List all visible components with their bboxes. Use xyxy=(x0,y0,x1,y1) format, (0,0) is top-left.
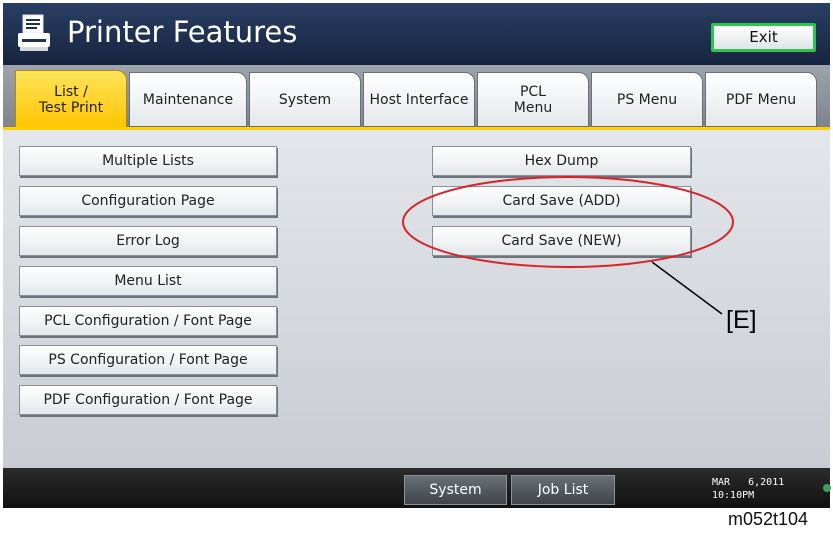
content-panel xyxy=(3,130,830,468)
tab-strip: List / Test Print Maintenance System Hos… xyxy=(3,65,830,130)
tab-label: List / Test Print xyxy=(38,84,104,116)
tab-label: PS Menu xyxy=(616,91,678,108)
tab-ps-menu[interactable]: PS Menu xyxy=(591,72,703,127)
tab-label: PDF Menu xyxy=(725,91,797,108)
tab-label: Host Interface xyxy=(369,91,469,108)
page-title: Printer Features xyxy=(67,15,298,49)
error-log-button[interactable]: Error Log xyxy=(19,226,277,256)
date-time-display: MAR 6,2011 10:10PM xyxy=(712,476,784,502)
card-save-new-button[interactable]: Card Save (NEW) xyxy=(432,226,691,256)
multiple-lists-button[interactable]: Multiple Lists xyxy=(19,146,277,176)
figure-caption: m052t104 xyxy=(728,509,809,529)
tab-pcl-menu[interactable]: PCL Menu xyxy=(477,72,589,127)
tab-maintenance[interactable]: Maintenance xyxy=(129,72,247,127)
configuration-page-button[interactable]: Configuration Page xyxy=(19,186,277,216)
tab-label: Maintenance xyxy=(142,91,234,108)
menu-list-button[interactable]: Menu List xyxy=(19,266,277,296)
time-text: 10:10PM xyxy=(712,490,755,501)
job-list-button[interactable]: Job List xyxy=(511,475,615,505)
tab-label: System xyxy=(278,91,332,108)
system-status-button[interactable]: System Status xyxy=(404,475,507,526)
tab-system[interactable]: System xyxy=(249,72,361,127)
tab-pdf-menu[interactable]: PDF Menu xyxy=(705,72,817,127)
pcl-configuration-font-page-button[interactable]: PCL Configuration / Font Page xyxy=(19,306,277,336)
status-indicator-icon xyxy=(823,484,831,492)
date-text: MAR 6,2011 xyxy=(712,477,785,488)
annotation-label: [E] xyxy=(726,306,757,334)
card-save-add-button[interactable]: Card Save (ADD) xyxy=(432,186,691,216)
hex-dump-button[interactable]: Hex Dump xyxy=(432,146,691,176)
tab-list-test-print[interactable]: List / Test Print xyxy=(15,70,127,130)
title-bar: Printer Features xyxy=(3,3,830,65)
pdf-configuration-font-page-button[interactable]: PDF Configuration / Font Page xyxy=(19,385,277,415)
printer-icon xyxy=(18,14,50,51)
tab-label: PCL Menu xyxy=(513,83,553,116)
tab-host-interface[interactable]: Host Interface xyxy=(363,72,475,127)
ps-configuration-font-page-button[interactable]: PS Configuration / Font Page xyxy=(19,345,277,375)
exit-button[interactable]: Exit xyxy=(711,23,816,52)
